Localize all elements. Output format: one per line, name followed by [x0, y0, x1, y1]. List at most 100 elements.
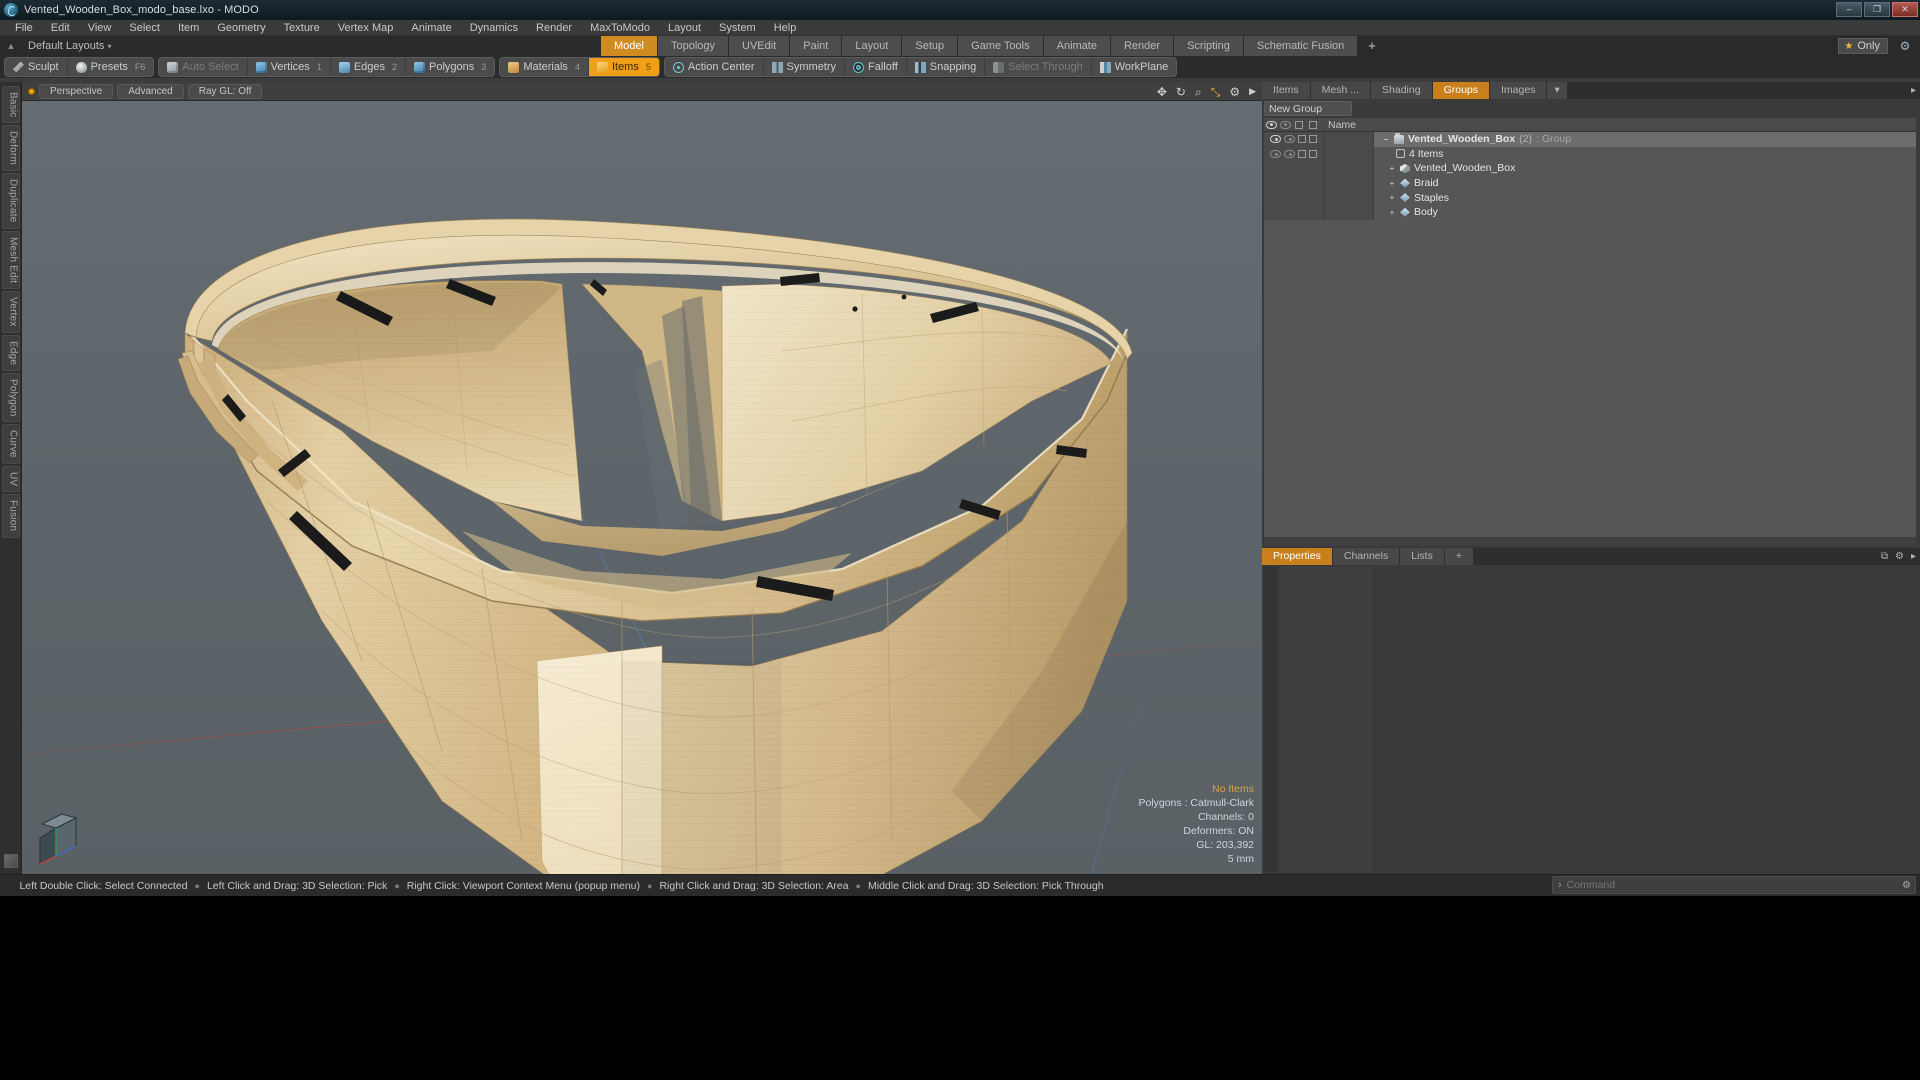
row-toggles[interactable]: [1264, 175, 1324, 191]
snapping-button[interactable]: Snapping: [907, 58, 986, 76]
sidebar-item-edge[interactable]: Edge: [1, 334, 20, 371]
viewport-projection-button[interactable]: Perspective: [39, 83, 114, 99]
square-icon[interactable]: [1298, 149, 1306, 158]
table-row[interactable]: + Staples: [1264, 190, 1916, 205]
fit-view-icon[interactable]: ⤡: [1211, 86, 1221, 98]
move-icon[interactable]: ✥: [1157, 86, 1167, 98]
tab-images[interactable]: Images: [1490, 82, 1548, 99]
expand-arrow-icon[interactable]: ▶: [1249, 87, 1256, 96]
sidebar-item-uv[interactable]: UV: [1, 466, 20, 493]
workplane-button[interactable]: WorkPlane: [1092, 58, 1177, 76]
viewport-shading-button[interactable]: Advanced: [117, 83, 184, 99]
square-icon[interactable]: [1309, 149, 1317, 158]
tab-channels[interactable]: Channels: [1332, 548, 1401, 565]
tab-paint[interactable]: Paint: [790, 36, 843, 56]
maximize-button[interactable]: ❐: [1864, 2, 1890, 17]
presets-button[interactable]: Presets F6: [68, 58, 154, 76]
chevron-down-icon[interactable]: ▾: [1547, 82, 1568, 99]
table-row[interactable]: + Braid: [1264, 175, 1916, 191]
tree-item-label-row[interactable]: + Vented_Wooden_Box: [1374, 162, 1516, 174]
sidebar-item-duplicate[interactable]: Duplicate: [1, 173, 20, 229]
polygons-button[interactable]: Polygons 3: [406, 58, 494, 76]
item-tree[interactable]: – Vented_Wooden_Box (2) : Group 4 Items …: [1264, 132, 1916, 537]
rotate-icon[interactable]: ↻: [1176, 86, 1186, 98]
eye-icon[interactable]: [1270, 135, 1281, 144]
gear-icon[interactable]: ⚙: [1898, 880, 1915, 891]
tab-render[interactable]: Render: [1110, 36, 1175, 56]
command-line[interactable]: › ⚙: [1552, 876, 1916, 894]
tab-setup[interactable]: Setup: [902, 36, 959, 56]
tree-item-label-row[interactable]: 4 Items: [1374, 148, 1443, 160]
table-row[interactable]: – Vented_Wooden_Box (2) : Group: [1264, 132, 1916, 147]
table-row[interactable]: 4 Items: [1264, 146, 1916, 162]
tree-item-label-row[interactable]: – Vented_Wooden_Box (2) : Group: [1374, 132, 1571, 145]
menu-item-file[interactable]: File: [6, 20, 42, 36]
only-toggle[interactable]: ★ Only: [1838, 38, 1888, 54]
menu-item-vertex-map[interactable]: Vertex Map: [329, 20, 403, 36]
tab-model[interactable]: Model: [600, 36, 658, 56]
gear-icon[interactable]: ⚙: [1898, 39, 1912, 53]
menu-item-animate[interactable]: Animate: [402, 20, 460, 36]
command-input[interactable]: [1566, 879, 1899, 891]
menu-item-maxtomodo[interactable]: MaxToModo: [581, 20, 659, 36]
sidebar-item-polygon[interactable]: Polygon: [1, 372, 20, 423]
sidebar-item-deform[interactable]: Deform: [1, 125, 20, 172]
tree-horizontal-scrollbar[interactable]: [1264, 537, 1916, 546]
viewport-raygl-button[interactable]: Ray GL: Off: [187, 83, 263, 99]
row-toggles[interactable]: [1264, 132, 1324, 147]
menu-item-geometry[interactable]: Geometry: [208, 20, 274, 36]
vertices-button[interactable]: Vertices 1: [248, 58, 331, 76]
sidebar-item-mesh-edit[interactable]: Mesh Edit: [1, 230, 20, 290]
material-swatch[interactable]: [3, 854, 18, 868]
tab-game-tools[interactable]: Game Tools: [958, 36, 1044, 56]
menu-item-dynamics[interactable]: Dynamics: [461, 20, 527, 36]
twisty-expand-icon[interactable]: +: [1388, 164, 1396, 173]
tab-animate[interactable]: Animate: [1043, 36, 1111, 56]
tab-mesh[interactable]: Mesh ...: [1310, 82, 1372, 99]
twisty-expand-icon[interactable]: +: [1388, 208, 1396, 217]
tree-item-label-row[interactable]: + Staples: [1374, 192, 1449, 204]
row-toggles[interactable]: [1264, 161, 1324, 176]
minimize-button[interactable]: –: [1836, 2, 1862, 17]
items-button[interactable]: Items 5: [588, 58, 659, 76]
select-through-button[interactable]: Select Through: [985, 58, 1092, 76]
new-group-button[interactable]: New Group: [1264, 101, 1352, 116]
home-arrow-icon[interactable]: ▲: [0, 36, 22, 56]
twisty-collapse-icon[interactable]: –: [1382, 135, 1390, 144]
expand-arrow-icon[interactable]: ▸: [1911, 85, 1916, 96]
row-toggles[interactable]: [1264, 190, 1324, 205]
action-center-button[interactable]: Action Center: [665, 58, 764, 76]
eye-dim-icon[interactable]: [1270, 149, 1281, 158]
tab-items[interactable]: Items: [1262, 82, 1311, 99]
tab-layout[interactable]: Layout: [842, 36, 903, 56]
menu-item-view[interactable]: View: [79, 20, 121, 36]
falloff-button[interactable]: Falloff: [845, 58, 907, 76]
square-icon[interactable]: [1298, 135, 1306, 144]
menu-item-select[interactable]: Select: [120, 20, 169, 36]
tab-schematic-fusion[interactable]: Schematic Fusion: [1243, 36, 1359, 56]
tab-shading[interactable]: Shading: [1371, 82, 1433, 99]
eye-dim-icon[interactable]: [1284, 135, 1295, 144]
row-toggles[interactable]: [1264, 204, 1324, 220]
twisty-expand-icon[interactable]: +: [1388, 179, 1396, 188]
tree-item-label-row[interactable]: + Body: [1374, 206, 1438, 218]
edges-button[interactable]: Edges 2: [331, 58, 407, 76]
row-toggles[interactable]: [1264, 146, 1324, 162]
tab-topology[interactable]: Topology: [657, 36, 730, 56]
sidebar-item-fusion[interactable]: Fusion: [1, 494, 20, 538]
viewport-3d-canvas[interactable]: No Items Polygons : Catmull-Clark Channe…: [22, 101, 1262, 874]
tab-uvedit[interactable]: UVEdit: [729, 36, 791, 56]
tab-scripting[interactable]: Scripting: [1174, 36, 1244, 56]
tree-item-label-row[interactable]: + Braid: [1374, 177, 1439, 189]
zoom-icon[interactable]: ⌕: [1195, 86, 1202, 98]
sidebar-item-vertex[interactable]: Vertex: [1, 291, 20, 333]
symmetry-button[interactable]: Symmetry: [764, 58, 846, 76]
menu-item-item[interactable]: Item: [169, 20, 208, 36]
table-row[interactable]: + Body: [1264, 204, 1916, 220]
tab-groups[interactable]: Groups: [1432, 82, 1491, 99]
menu-item-system[interactable]: System: [710, 20, 765, 36]
add-tab-button[interactable]: +: [1358, 36, 1386, 56]
menu-item-edit[interactable]: Edit: [42, 20, 79, 36]
table-row[interactable]: + Vented_Wooden_Box: [1264, 161, 1916, 176]
menu-item-layout[interactable]: Layout: [659, 20, 710, 36]
